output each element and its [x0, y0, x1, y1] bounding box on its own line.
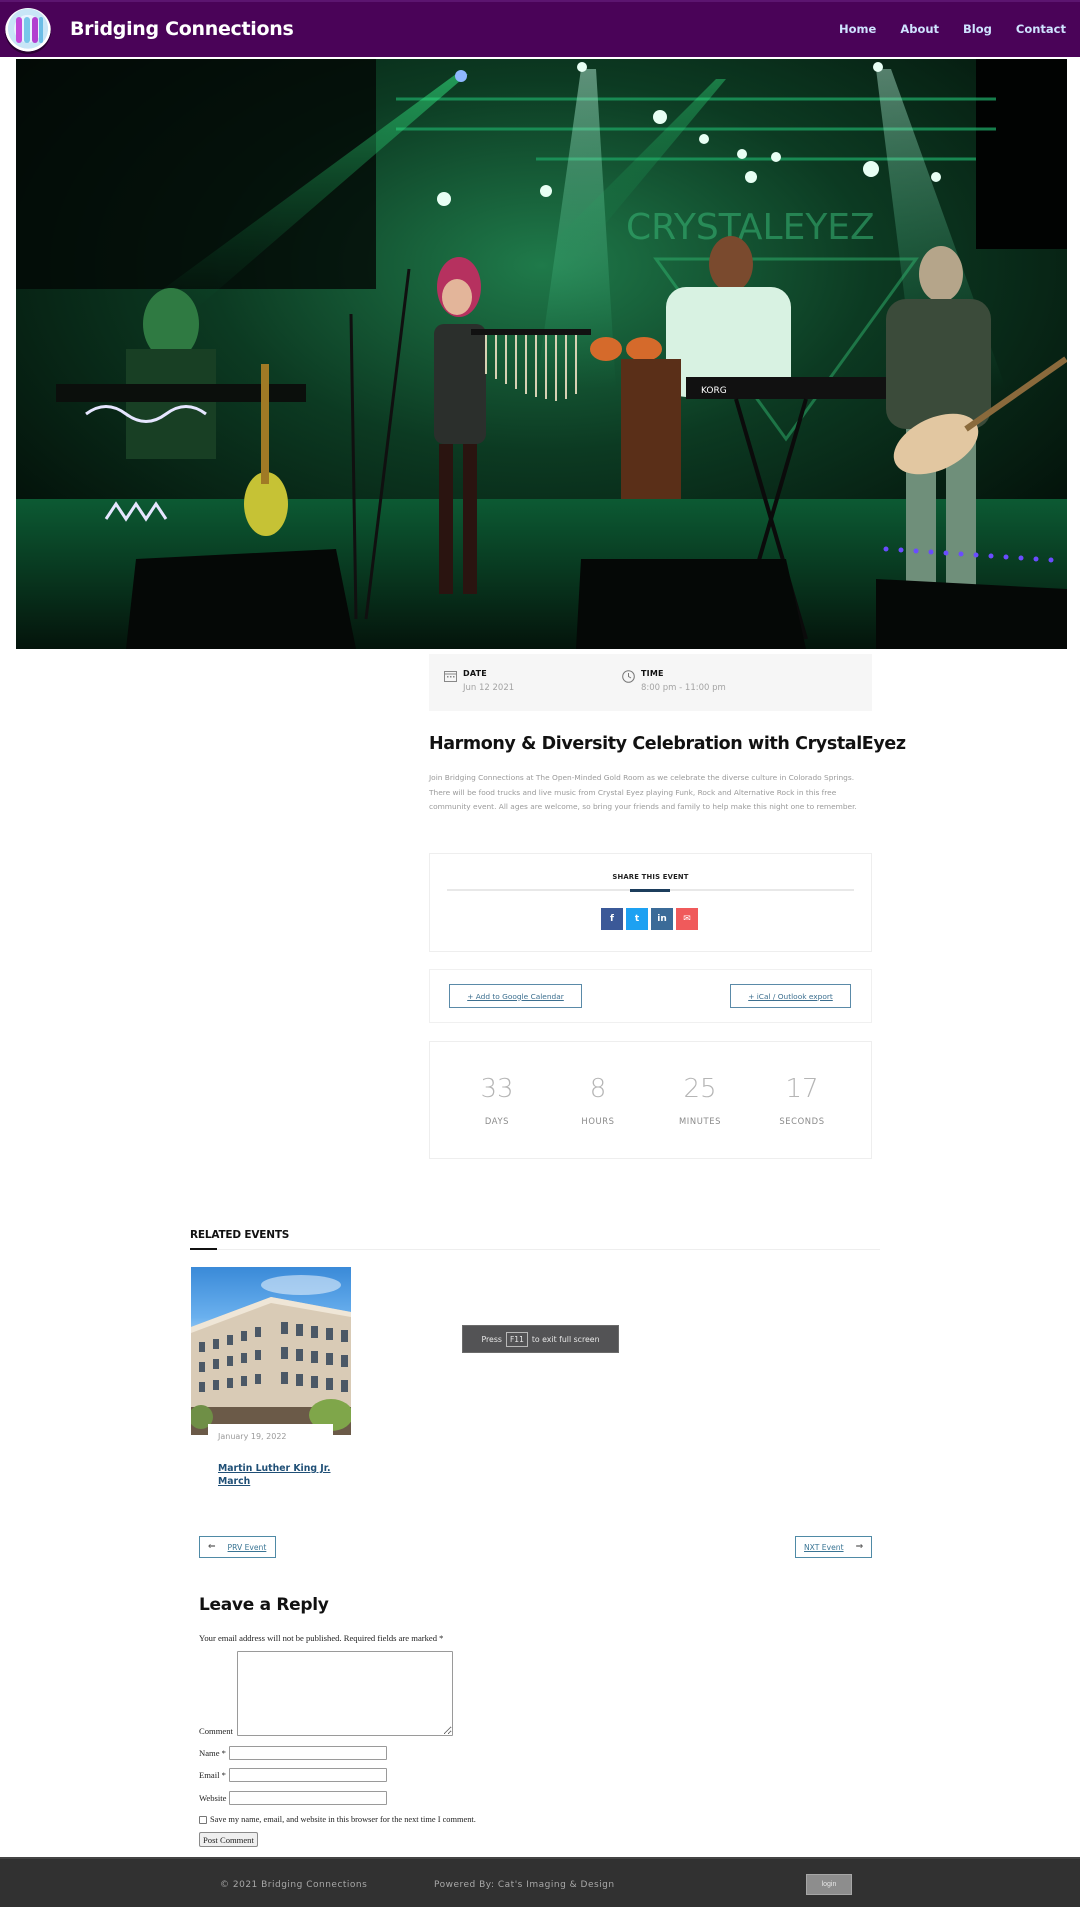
email-input[interactable]	[228, 1768, 387, 1782]
concert-photo: CRYSTALEYEZ KORG	[16, 59, 1067, 649]
time-label: TIME	[641, 669, 664, 678]
event-hero-image: CRYSTALEYEZ KORG	[16, 59, 1067, 649]
countdown-timer: 33 DAYS 8 HOURS 25 MINUTES 17 SECONDS	[429, 1041, 872, 1159]
countdown-minutes: 25 MINUTES	[655, 1074, 745, 1126]
event-title: Harmony & Diversity Celebration with Cry…	[429, 734, 906, 754]
facebook-icon: f	[610, 914, 614, 924]
site-title[interactable]: Bridging Connections	[70, 18, 294, 40]
countdown-value: 33	[480, 1074, 514, 1104]
reply-title: Leave a Reply	[199, 1595, 329, 1615]
countdown-label: HOURS	[581, 1116, 615, 1126]
site-logo[interactable]	[5, 8, 51, 54]
main-nav: Home About Blog Contact	[839, 22, 1066, 36]
email-icon: ✉	[683, 914, 691, 924]
related-event-link[interactable]: Martin Luther King Jr. March	[218, 1462, 338, 1488]
ical-export-button[interactable]: + iCal / Outlook export	[730, 984, 851, 1008]
email-label: Email *	[199, 1770, 226, 1780]
related-divider-accent	[190, 1248, 217, 1250]
countdown-value: 17	[785, 1074, 819, 1104]
countdown-seconds: 17 SECONDS	[757, 1074, 847, 1126]
date-item: DATE Jun 12 2021	[463, 669, 514, 693]
site-header: Bridging Connections Home About Blog Con…	[0, 0, 1080, 57]
nav-contact[interactable]: Contact	[1016, 22, 1066, 36]
building-photo	[191, 1275, 351, 1435]
related-event-date: January 19, 2022	[218, 1432, 287, 1441]
comment-label: Comment	[199, 1726, 233, 1736]
share-divider-accent	[630, 889, 670, 892]
site-footer: © 2021 Bridging Connections Powered By: …	[0, 1857, 1080, 1907]
countdown-value: 25	[683, 1074, 717, 1104]
fullscreen-toast: Press F11 to exit full screen	[462, 1325, 619, 1353]
arrow-right-icon: ⇒	[855, 1542, 864, 1552]
toast-text-before: Press	[481, 1334, 502, 1344]
svg-text:KORG: KORG	[701, 386, 727, 396]
nav-blog[interactable]: Blog	[963, 22, 992, 36]
linkedin-share-button[interactable]: in	[651, 908, 673, 930]
countdown-hours: 8 HOURS	[553, 1074, 643, 1126]
save-info-checkbox[interactable]	[199, 1815, 207, 1824]
website-field-row: Website	[199, 1791, 388, 1805]
website-label: Website	[199, 1793, 227, 1803]
footer-copyright: © 2021 Bridging Connections	[220, 1880, 368, 1890]
toast-text-after: to exit full screen	[531, 1334, 600, 1344]
event-meta: DATE Jun 12 2021 TIME 8:00 pm - 11:00 pm	[429, 654, 872, 711]
time-item: TIME 8:00 pm - 11:00 pm	[641, 669, 726, 693]
login-button[interactable]: login	[806, 1874, 852, 1895]
share-buttons: f t in ✉	[601, 908, 698, 930]
email-share-button[interactable]: ✉	[676, 908, 698, 930]
linkedin-icon: in	[657, 914, 667, 924]
date-value: Jun 12 2021	[463, 683, 515, 693]
facebook-share-button[interactable]: f	[601, 908, 623, 930]
date-label: DATE	[463, 669, 487, 678]
share-title: SHARE THIS EVENT	[612, 873, 689, 881]
f11-key: F11	[505, 1331, 528, 1347]
name-input[interactable]	[228, 1746, 387, 1760]
email-field-row: Email *	[199, 1768, 387, 1782]
share-section: SHARE THIS EVENT f t in ✉	[429, 853, 872, 952]
time-value: 8:00 pm - 11:00 pm	[641, 683, 726, 693]
countdown-value: 8	[589, 1074, 607, 1104]
twitter-share-button[interactable]: t	[626, 908, 648, 930]
countdown-label: MINUTES	[678, 1116, 721, 1126]
save-info-row: Save my name, email, and website in this…	[199, 1815, 476, 1824]
calendar-export: + Add to Google Calendar + iCal / Outloo…	[429, 969, 872, 1023]
related-divider	[190, 1249, 880, 1250]
arrow-left-icon: ⇐	[208, 1542, 216, 1552]
name-label: Name *	[199, 1748, 226, 1758]
save-info-label: Save my name, email, and website in this…	[210, 1815, 476, 1824]
nav-home[interactable]: Home	[839, 22, 876, 36]
previous-event-label: PRV Event	[227, 1542, 267, 1552]
backdrop-text: CRYSTALEYEZ	[626, 207, 875, 248]
countdown-label: DAYS	[484, 1116, 510, 1126]
related-event-image[interactable]	[191, 1267, 351, 1435]
name-field-row: Name *	[199, 1746, 387, 1760]
website-input[interactable]	[229, 1791, 388, 1805]
post-comment-button[interactable]: Post Comment	[199, 1832, 258, 1847]
previous-event-button[interactable]: ⇐ PRV Event	[199, 1536, 276, 1558]
reply-note: Your email address will not be published…	[199, 1633, 444, 1643]
google-calendar-button[interactable]: + Add to Google Calendar	[449, 984, 582, 1008]
countdown-days: 33 DAYS	[452, 1074, 542, 1126]
next-event-button[interactable]: NXT Event ⇒	[795, 1536, 872, 1558]
comment-textarea[interactable]	[237, 1651, 453, 1736]
countdown-label: SECONDS	[779, 1116, 825, 1126]
clock-icon	[622, 670, 635, 683]
event-description: Join Bridging Connections at The Open-Mi…	[429, 773, 857, 811]
footer-powered-by[interactable]: Powered By: Cat's Imaging & Design	[434, 1880, 615, 1890]
related-events-title: RELATED EVENTS	[190, 1229, 290, 1241]
next-event-label: NXT Event	[804, 1542, 844, 1552]
twitter-icon: t	[634, 914, 640, 924]
calendar-icon	[444, 671, 457, 682]
nav-about[interactable]: About	[900, 22, 939, 36]
